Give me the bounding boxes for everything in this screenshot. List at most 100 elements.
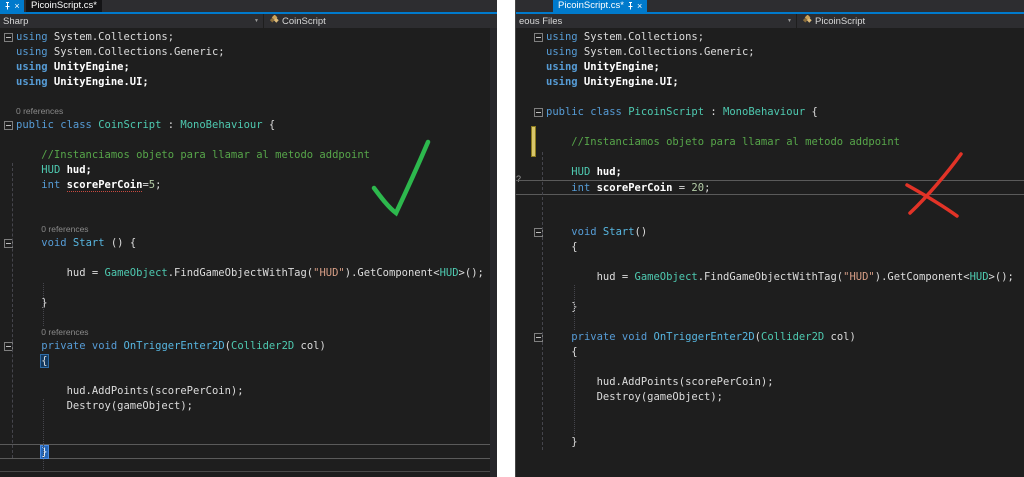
- code-line[interactable]: [516, 420, 1024, 435]
- code-line[interactable]: [0, 90, 497, 105]
- code-line[interactable]: [516, 120, 1024, 135]
- pin-icon[interactable]: [627, 2, 634, 10]
- code-line[interactable]: using System.Collections.Generic;: [0, 45, 497, 60]
- tab-bar: × PicoinScript.cs*: [0, 0, 497, 12]
- code-editor[interactable]: using System.Collections; using System.Co…: [516, 28, 1024, 477]
- fold-guide-line: [542, 152, 543, 450]
- code-text: 0 references: [41, 224, 89, 234]
- close-icon[interactable]: ×: [14, 1, 19, 11]
- code-line[interactable]: [0, 429, 497, 444]
- editor-bottom-line: [0, 471, 497, 472]
- vs-window-right: PicoinScript.cs* × eous Files ▼ PicoinSc…: [515, 0, 1024, 477]
- codelens-line[interactable]: 0 references: [0, 223, 497, 236]
- code-line[interactable]: using UnityEngine.UI;: [516, 75, 1024, 90]
- tab-picoinscript[interactable]: PicoinScript.cs*: [26, 0, 102, 12]
- close-icon[interactable]: ×: [637, 1, 642, 11]
- code-text: {: [546, 241, 578, 253]
- type-dropdown-value: CoinScript: [282, 15, 326, 27]
- code-line[interactable]: [0, 208, 497, 223]
- code-text: public class PicoinScript : MonoBehaviou…: [546, 106, 818, 118]
- code-text: }: [16, 297, 48, 309]
- code-line[interactable]: }: [516, 435, 1024, 450]
- codelens-line[interactable]: 0 references: [0, 326, 497, 339]
- code-line[interactable]: Destroy(gameObject);: [516, 390, 1024, 405]
- vertical-scrollbar[interactable]: [490, 28, 497, 477]
- project-dropdown[interactable]: Sharp ▼: [0, 14, 263, 28]
- code-line[interactable]: [516, 210, 1024, 225]
- code-line[interactable]: }: [0, 444, 497, 459]
- code-line[interactable]: Destroy(gameObject);: [0, 399, 497, 414]
- code-text: using UnityEngine;: [546, 61, 660, 73]
- tab-label: PicoinScript.cs*: [558, 0, 624, 11]
- code-line[interactable]: HUD hud;: [516, 165, 1024, 180]
- code-line[interactable]: hud.AddPoints(scorePerCoin);: [516, 375, 1024, 390]
- code-line[interactable]: }: [516, 300, 1024, 315]
- type-dropdown[interactable]: CoinScript: [264, 14, 497, 28]
- tab-picoinscript-active[interactable]: PicoinScript.cs* ×: [553, 0, 648, 12]
- fold-collapse-icon[interactable]: [4, 121, 13, 130]
- fold-collapse-icon[interactable]: [4, 33, 13, 42]
- pin-icon[interactable]: [4, 2, 11, 10]
- fold-collapse-icon[interactable]: [534, 108, 543, 117]
- code-line[interactable]: //Instanciamos objeto para llamar al met…: [516, 135, 1024, 150]
- code-line[interactable]: }: [0, 296, 497, 311]
- code-line[interactable]: //Instanciamos objeto para llamar al met…: [0, 148, 497, 163]
- class-icon: [802, 14, 812, 27]
- navigation-bar: Sharp ▼ CoinScript: [0, 14, 497, 28]
- code-line[interactable]: HUD hud;: [0, 163, 497, 178]
- code-line[interactable]: [516, 150, 1024, 165]
- code-line[interactable]: {: [516, 345, 1024, 360]
- code-line[interactable]: {: [0, 354, 497, 369]
- code-line[interactable]: using System.Collections;: [516, 30, 1024, 45]
- code-editor[interactable]: using System.Collections; using System.Co…: [0, 28, 497, 477]
- code-line[interactable]: [516, 405, 1024, 420]
- code-line[interactable]: using UnityEngine;: [0, 60, 497, 75]
- codelens-line[interactable]: 0 references: [0, 105, 497, 118]
- code-line[interactable]: int scorePerCoin=5;: [0, 178, 497, 193]
- code-line[interactable]: using System.Collections.Generic;: [516, 45, 1024, 60]
- code-line[interactable]: [0, 251, 497, 266]
- code-line[interactable]: hud = GameObject.FindGameObjectWithTag("…: [0, 266, 497, 281]
- code-text: private void OnTriggerEnter2D(Collider2D…: [41, 340, 326, 352]
- chevron-down-icon[interactable]: ▼: [787, 18, 792, 24]
- code-line[interactable]: public class PicoinScript : MonoBehaviou…: [516, 105, 1024, 120]
- code-line[interactable]: {: [516, 240, 1024, 255]
- project-dropdown-value: eous Files: [519, 15, 563, 27]
- code-line[interactable]: [516, 360, 1024, 375]
- code-line[interactable]: [516, 315, 1024, 330]
- fold-guide-line: [12, 163, 13, 458]
- code-line[interactable]: private void OnTriggerEnter2D(Collider2D…: [0, 339, 497, 354]
- code-line[interactable]: [516, 255, 1024, 270]
- fold-collapse-icon[interactable]: [534, 33, 543, 42]
- code-line[interactable]: [0, 133, 497, 148]
- code-line[interactable]: private void OnTriggerEnter2D(Collider2D…: [516, 330, 1024, 345]
- code-line[interactable]: int scorePerCoin = 20;: [516, 180, 1024, 195]
- indent-guide: [574, 360, 575, 435]
- code-line[interactable]: void Start(): [516, 225, 1024, 240]
- code-line[interactable]: [0, 193, 497, 208]
- class-icon: [269, 14, 279, 27]
- code-line[interactable]: using UnityEngine.UI;: [0, 75, 497, 90]
- project-dropdown[interactable]: eous Files ▼: [516, 14, 796, 28]
- code-line[interactable]: hud = GameObject.FindGameObjectWithTag("…: [516, 270, 1024, 285]
- code-line[interactable]: using System.Collections;: [0, 30, 497, 45]
- code-line[interactable]: using UnityEngine;: [516, 60, 1024, 75]
- code-line[interactable]: [516, 195, 1024, 210]
- active-tab-fragment[interactable]: ×: [0, 0, 24, 12]
- screenshot-stage: × PicoinScript.cs* Sharp ▼ CoinScript us…: [0, 0, 1024, 477]
- project-dropdown-value: Sharp: [3, 15, 29, 27]
- code-line[interactable]: hud.AddPoints(scorePerCoin);: [0, 384, 497, 399]
- chevron-down-icon[interactable]: ▼: [254, 18, 259, 24]
- code-line[interactable]: [516, 90, 1024, 105]
- code-text: hud.AddPoints(scorePerCoin);: [546, 376, 774, 388]
- code-text: using System.Collections.Generic;: [546, 46, 755, 58]
- code-line[interactable]: [0, 414, 497, 429]
- code-text: //Instanciamos objeto para llamar al met…: [16, 149, 371, 161]
- code-line[interactable]: [0, 311, 497, 326]
- code-line[interactable]: void Start () {: [0, 236, 497, 251]
- code-line[interactable]: [0, 369, 497, 384]
- code-line[interactable]: [516, 285, 1024, 300]
- code-line[interactable]: public class CoinScript : MonoBehaviour …: [0, 118, 497, 133]
- code-line[interactable]: [0, 281, 497, 296]
- type-dropdown[interactable]: PicoinScript: [797, 14, 1024, 28]
